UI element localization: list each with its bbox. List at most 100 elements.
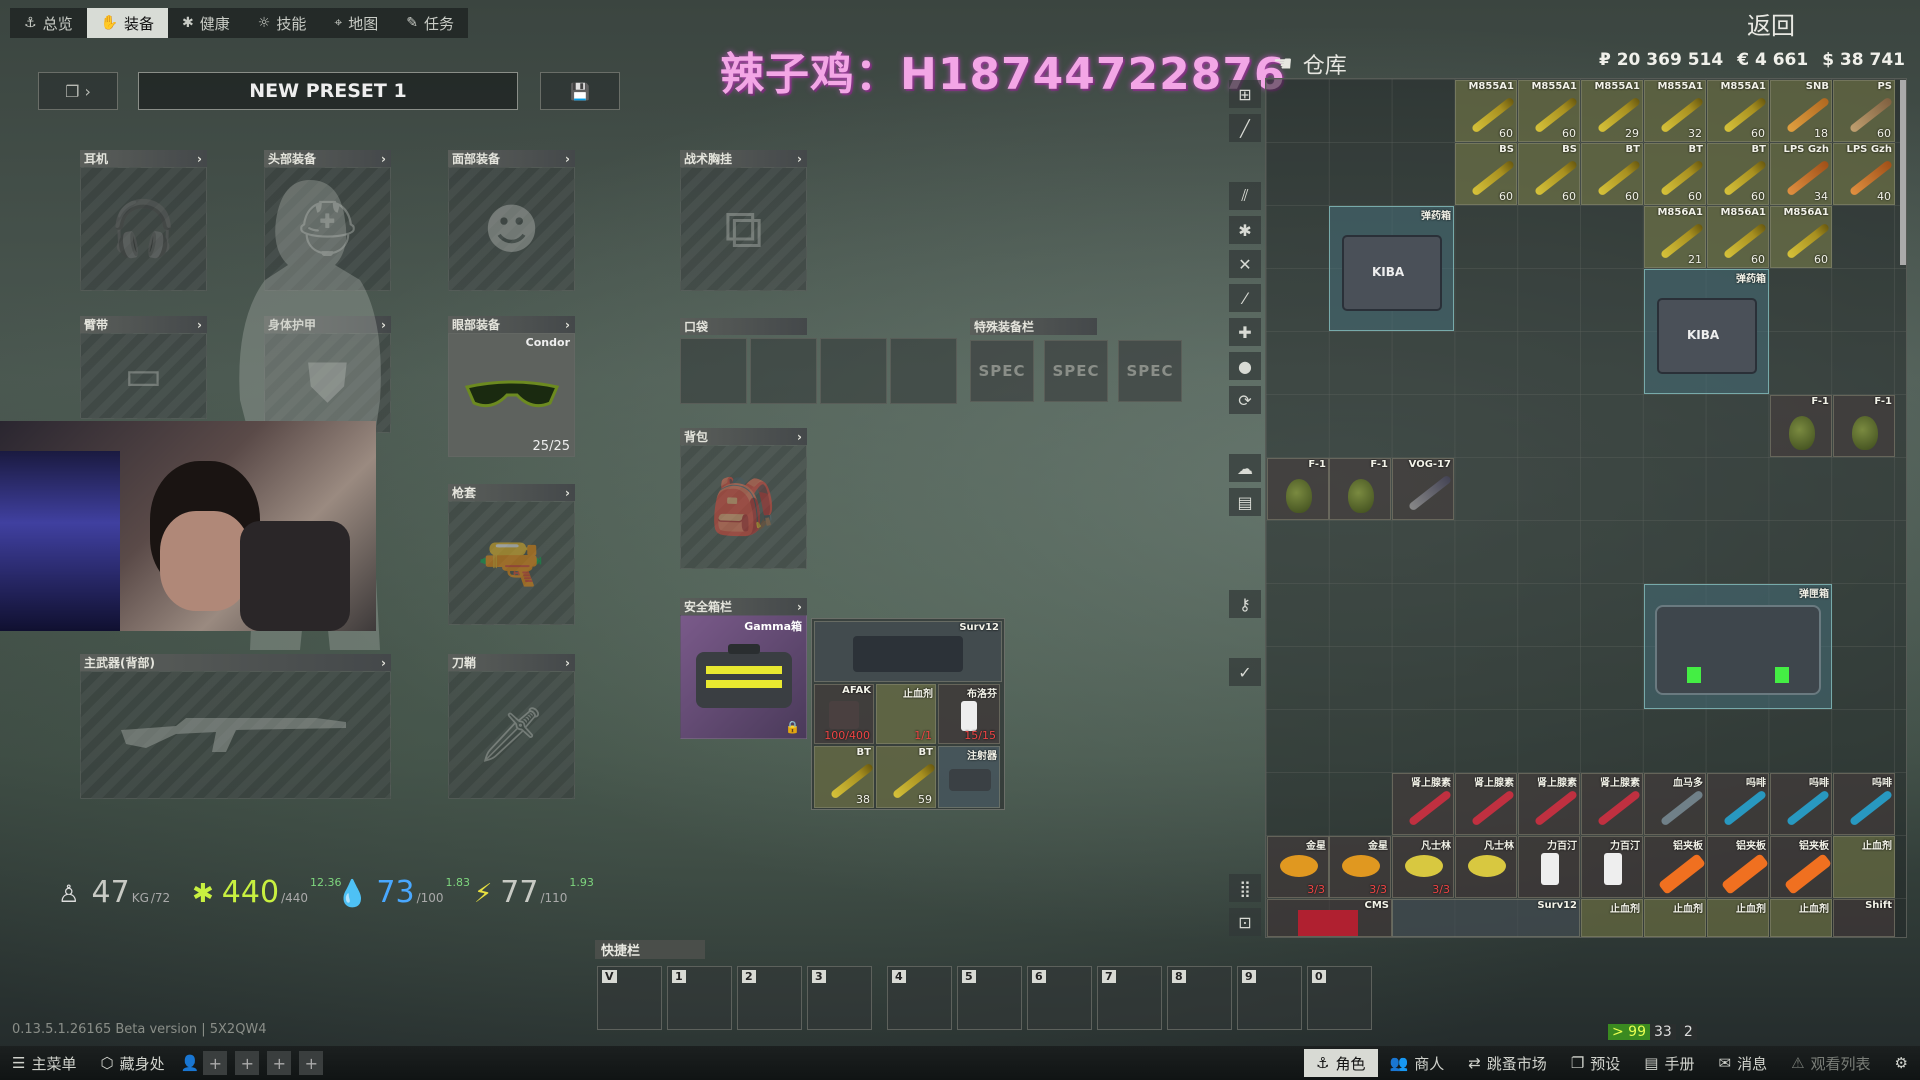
ammo-m856a1[interactable]: M856A1 60: [1770, 206, 1832, 268]
med-hemostat[interactable]: 止血剂: [1707, 899, 1769, 937]
stim-adrenaline[interactable]: 肾上腺素: [1392, 773, 1454, 835]
watchlist-button[interactable]: ⚠ 观看列表: [1779, 1049, 1882, 1077]
hotkey-slot-8[interactable]: 8: [1167, 966, 1232, 1030]
special-slot-1[interactable]: SPEC: [970, 340, 1034, 402]
ammo-lps-gzh[interactable]: LPS Gzh 40: [1833, 143, 1895, 205]
hotkey-slot-9[interactable]: 9: [1237, 966, 1302, 1030]
presets-button[interactable]: ❐ 预设: [1559, 1049, 1632, 1077]
slot-facecover[interactable]: 面部装备 › ☻: [448, 150, 575, 291]
tab-tasks[interactable]: ✎ 任务: [392, 8, 468, 38]
ammo-box-item[interactable]: 弹药箱 KIBA: [1329, 206, 1454, 331]
hotkey-slot-0[interactable]: 0: [1307, 966, 1372, 1030]
med-hemostat[interactable]: 止血剂: [1644, 899, 1706, 937]
cms-kit[interactable]: CMS: [1267, 899, 1392, 937]
hotkey-slot-7[interactable]: 7: [1097, 966, 1162, 1030]
slot-backpack[interactable]: 背包 › 🎒: [680, 428, 807, 569]
flea-market-button[interactable]: ⇄ 跳蚤市场: [1456, 1049, 1559, 1077]
stash-scrollbar[interactable]: [1900, 80, 1906, 265]
preset-copy-button[interactable]: ❐ ›: [38, 72, 118, 110]
handbook-button[interactable]: ▤ 手册: [1632, 1049, 1706, 1077]
ammo-bt[interactable]: BT 60: [1581, 143, 1643, 205]
add-slot-button[interactable]: +: [203, 1051, 228, 1075]
profile-button[interactable]: 👤: [177, 1049, 204, 1077]
slot-armband[interactable]: 臂带 › ▭: [80, 316, 207, 419]
med-hemostat[interactable]: 止血剂: [1581, 899, 1643, 937]
messages-button[interactable]: ✉ 消息: [1706, 1049, 1779, 1077]
special-slot-2[interactable]: SPEC: [1044, 340, 1108, 402]
slot-scabbard[interactable]: 刀鞘 › 🗡: [448, 654, 575, 799]
stim-morphine[interactable]: 吗啡: [1707, 773, 1769, 835]
ammo-m855a1[interactable]: M855A1 60: [1518, 80, 1580, 142]
pocket-slot-2[interactable]: [750, 338, 817, 404]
hemostat-item[interactable]: 止血剂 1/1: [876, 684, 936, 744]
hotkey-slot-3[interactable]: 3: [807, 966, 872, 1030]
grenade-vog17[interactable]: VOG-17: [1392, 458, 1454, 520]
med-augmentin[interactable]: 力百汀: [1581, 836, 1643, 898]
stim-adrenaline[interactable]: 肾上腺素: [1518, 773, 1580, 835]
filter-barter-icon[interactable]: ⁄: [1229, 284, 1261, 312]
stim-adrenaline[interactable]: 肾上腺素: [1581, 773, 1643, 835]
ammo-m855a1[interactable]: M855A1 60: [1455, 80, 1517, 142]
ammo-m856a1[interactable]: M856A1 60: [1707, 206, 1769, 268]
grid-size-icon[interactable]: ⊡: [1229, 908, 1261, 936]
main-menu-button[interactable]: ☰ 主菜单: [0, 1049, 88, 1077]
ammo-snb[interactable]: SNB 18: [1770, 80, 1832, 142]
med-golden-star[interactable]: 金星 3/3: [1267, 836, 1329, 898]
med-hemostat[interactable]: 止血剂: [1770, 899, 1832, 937]
hideout-button[interactable]: ⬡ 藏身处: [88, 1049, 176, 1077]
filter-grenade-icon[interactable]: ●: [1229, 352, 1261, 380]
pocket-slot-4[interactable]: [890, 338, 957, 404]
hotkey-slot-v[interactable]: V: [597, 966, 662, 1030]
slot-primary-weapon[interactable]: 主武器(背部) ›: [80, 654, 391, 799]
traders-button[interactable]: 👥 商人: [1378, 1049, 1457, 1077]
slot-holster[interactable]: 枪套 › 🔫: [448, 484, 575, 625]
stim-morphine[interactable]: 吗啡: [1833, 773, 1895, 835]
med-augmentin[interactable]: 力百汀: [1518, 836, 1580, 898]
ammo-box-item[interactable]: 弹药箱 KIBA: [1644, 269, 1769, 394]
ammo-m855a1[interactable]: M855A1 32: [1644, 80, 1706, 142]
med-splint[interactable]: 铝夹板: [1707, 836, 1769, 898]
add-slot-button[interactable]: +: [267, 1051, 292, 1075]
grenade-f1[interactable]: F-1: [1329, 458, 1391, 520]
add-slot-button[interactable]: +: [235, 1051, 260, 1075]
ammo-ps[interactable]: PS 60: [1833, 80, 1895, 142]
character-button[interactable]: ⚓ 角色: [1304, 1049, 1378, 1077]
stash-grid[interactable]: M855A1 60 M855A1 60 M855A1 29 M855A1 32 M855…: [1265, 78, 1907, 938]
filter-quest-icon[interactable]: ✓: [1229, 658, 1261, 686]
filter-weapons-icon[interactable]: ╱: [1229, 114, 1261, 142]
ammo-m855a1[interactable]: M855A1 29: [1581, 80, 1643, 142]
sort-icon[interactable]: ⣿: [1229, 874, 1261, 902]
hotkey-slot-1[interactable]: 1: [667, 966, 732, 1030]
surv12-item[interactable]: Surv12: [814, 621, 1002, 682]
ammo-lps-gzh[interactable]: LPS Gzh 34: [1770, 143, 1832, 205]
filter-keys-icon[interactable]: ⚷: [1229, 590, 1261, 618]
ibuprofen-item[interactable]: 布洛芬 15/15: [938, 684, 1000, 744]
filter-containers-icon[interactable]: ▤: [1229, 488, 1261, 516]
ammo-bt-item[interactable]: BT 38: [814, 746, 874, 808]
grenade-f1[interactable]: F-1: [1833, 395, 1895, 457]
med-golden-star[interactable]: 金星 3/3: [1329, 836, 1391, 898]
ammo-bs[interactable]: BS 60: [1455, 143, 1517, 205]
tab-gear[interactable]: ✋ 装备: [86, 8, 169, 38]
filter-melee-icon[interactable]: ✕: [1229, 250, 1261, 278]
slot-earpiece[interactable]: 耳机 › 🎧: [80, 150, 207, 291]
save-preset-button[interactable]: 💾: [540, 72, 620, 110]
hotkey-slot-4[interactable]: 4: [887, 966, 952, 1030]
tab-overview[interactable]: ⚓ 总览: [10, 8, 87, 38]
grenade-f1[interactable]: F-1: [1267, 458, 1329, 520]
med-splint[interactable]: 铝夹板: [1644, 836, 1706, 898]
slot-rig[interactable]: 战术胸挂 › ⧉: [680, 150, 807, 291]
tab-health[interactable]: ✱ 健康: [168, 8, 244, 38]
eyewear-item[interactable]: Condor 25/25: [448, 333, 575, 457]
grenade-f1[interactable]: F-1: [1770, 395, 1832, 457]
ammo-m855a1[interactable]: M855A1 60: [1707, 80, 1769, 142]
grenade-case-item[interactable]: 弹匣箱: [1644, 584, 1832, 709]
pocket-slot-1[interactable]: [680, 338, 747, 404]
surv12-item[interactable]: Surv12: [1392, 899, 1580, 937]
add-slot-button[interactable]: +: [299, 1051, 324, 1075]
filter-mods-icon[interactable]: ✚: [1229, 318, 1261, 346]
filter-ammo-icon[interactable]: ⫽: [1229, 182, 1261, 210]
pocket-slot-3[interactable]: [820, 338, 887, 404]
med-vaseline[interactable]: 凡士林: [1455, 836, 1517, 898]
back-button[interactable]: 返回: [1747, 6, 1795, 41]
